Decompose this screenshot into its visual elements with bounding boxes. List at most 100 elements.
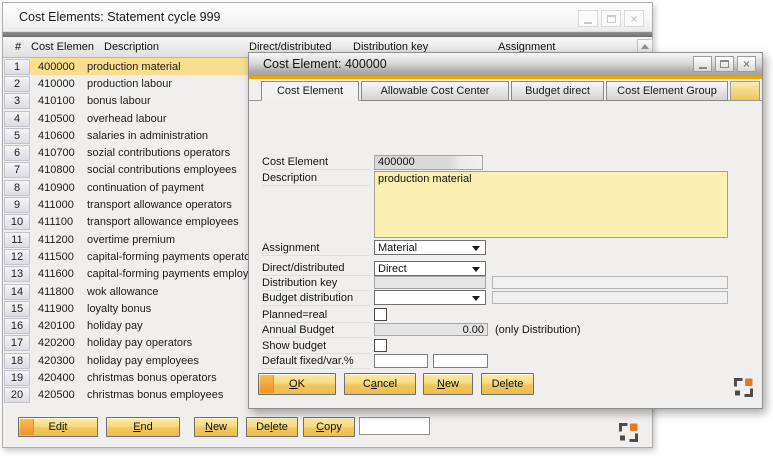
row-number-cell[interactable]: 9 (4, 197, 30, 213)
cost-element-cell[interactable]: 410000 (30, 78, 85, 90)
minimize-icon[interactable] (693, 56, 712, 72)
dialog-title: Cost Element: 400000 (263, 57, 387, 71)
row-number-cell[interactable]: 14 (4, 284, 30, 300)
row-number-cell[interactable]: 3 (4, 93, 30, 109)
row-number-cell[interactable]: 18 (4, 353, 30, 369)
cost-element-cell[interactable]: 420200 (30, 337, 85, 349)
cost-element-cell[interactable]: 410900 (30, 182, 85, 194)
row-number-cell[interactable]: 12 (4, 249, 30, 265)
row-number-cell[interactable]: 13 (4, 266, 30, 282)
arrow-up-icon (641, 44, 649, 49)
dialog-window-controls: × (693, 56, 756, 72)
scrollbar-up-button[interactable] (637, 39, 653, 53)
minimize-icon[interactable] (578, 10, 598, 27)
tab-budget-direct[interactable]: Budget direct (511, 81, 604, 101)
cost-element-cell[interactable]: 411500 (30, 251, 85, 263)
cost-element-label: Cost Element (262, 156, 370, 170)
main-window-controls: × (578, 10, 644, 27)
delete-button[interactable]: Delete (481, 373, 534, 395)
cost-element-cell[interactable]: 420100 (30, 320, 85, 332)
column-header-cost-element[interactable]: Cost Elemen (31, 41, 101, 53)
resize-grip-icon[interactable] (618, 422, 639, 443)
assignment-label: Assignment (262, 242, 370, 256)
cost-element-cell[interactable]: 410800 (30, 164, 85, 176)
cancel-button[interactable]: Cancel (344, 373, 416, 395)
cost-element-cell[interactable]: 411000 (30, 199, 85, 211)
direct-distributed-dropdown[interactable]: Direct (374, 261, 486, 276)
cost-element-cell[interactable]: 411900 (30, 303, 85, 315)
ok-button[interactable]: OK (258, 373, 336, 395)
cost-element-cell[interactable]: 420400 (30, 372, 85, 384)
cost-element-cell[interactable]: 410700 (30, 147, 85, 159)
distribution-key-label: Distribution key (262, 277, 370, 291)
chevron-down-icon (472, 296, 480, 301)
cost-element-cell[interactable]: 410100 (30, 95, 85, 107)
cost-element-form: Cost Element 400000 Description producti… (249, 101, 762, 363)
row-number-cell[interactable]: 5 (4, 128, 30, 144)
row-number-cell[interactable]: 8 (4, 180, 30, 196)
row-number-cell[interactable]: 20 (4, 387, 30, 403)
description-label: Description (262, 172, 370, 186)
row-number-cell[interactable]: 2 (4, 76, 30, 92)
cost-element-cell[interactable]: 410500 (30, 113, 85, 125)
default-var-input[interactable] (433, 354, 488, 368)
row-number-cell[interactable]: 6 (4, 145, 30, 161)
tab-cost-element-group[interactable]: Cost Element Group (606, 81, 728, 101)
planned-real-checkbox[interactable] (374, 308, 387, 321)
show-budget-checkbox[interactable] (374, 339, 387, 352)
tab-strip-endcap (730, 81, 760, 101)
dialog-footer-buttons: OK Cancel New Delete (249, 371, 762, 397)
resize-grip-icon[interactable] (733, 377, 754, 398)
close-icon[interactable]: × (624, 10, 644, 27)
cost-element-cell[interactable]: 411600 (30, 268, 85, 280)
annual-budget-note: (only Distribution) (495, 324, 581, 336)
column-header-description[interactable]: Description (104, 41, 159, 53)
description-textarea[interactable]: production material (374, 171, 728, 238)
row-number-cell[interactable]: 4 (4, 111, 30, 127)
assignment-dropdown[interactable]: Material (374, 240, 486, 255)
row-number-cell[interactable]: 10 (4, 214, 30, 230)
cost-element-cell[interactable]: 411200 (30, 234, 85, 246)
edit-button[interactable]: Edit (18, 417, 98, 437)
budget-distribution-label: Budget distribution (262, 292, 370, 306)
cost-element-cell[interactable]: 411100 (30, 216, 85, 228)
default-fixed-input[interactable] (374, 354, 428, 368)
close-icon[interactable]: × (737, 56, 756, 72)
distribution-key-field (374, 276, 486, 289)
cost-element-cell[interactable]: 411800 (30, 286, 85, 298)
column-header-number[interactable]: # (15, 41, 21, 53)
new-button[interactable]: New (194, 417, 238, 437)
cost-element-cell[interactable]: 410600 (30, 130, 85, 142)
main-window-titlebar[interactable]: Cost Elements: Statement cycle 999 × (3, 3, 652, 32)
cost-element-cell[interactable]: 420500 (30, 389, 85, 401)
tab-allowable-cost-center[interactable]: Allowable Cost Center (361, 81, 509, 101)
row-number-cell[interactable]: 19 (4, 370, 30, 386)
row-number-cell[interactable]: 7 (4, 162, 30, 178)
footer-input[interactable] (359, 417, 430, 435)
copy-button[interactable]: Copy (303, 417, 355, 437)
new-button[interactable]: New (423, 373, 473, 395)
chevron-down-icon (472, 246, 480, 251)
show-budget-label: Show budget (262, 340, 370, 354)
tab-cost-element[interactable]: Cost Element (261, 81, 359, 101)
budget-distribution-dropdown[interactable] (374, 290, 486, 305)
row-number-cell[interactable]: 15 (4, 301, 30, 317)
dialog-tabs: Cost ElementAllowable Cost CenterBudget … (249, 79, 762, 101)
direct-distributed-label: Direct/distributed (262, 262, 370, 276)
main-window-title: Cost Elements: Statement cycle 999 (19, 10, 220, 24)
end-button[interactable]: End (106, 417, 180, 437)
maximize-icon[interactable] (715, 56, 734, 72)
cost-element-field: 400000 (374, 155, 483, 170)
cost-element-dialog: Cost Element: 400000 × Cost ElementAllow… (248, 52, 763, 409)
cost-element-cell[interactable]: 420300 (30, 355, 85, 367)
distribution-key-name-field (492, 276, 728, 289)
row-number-cell[interactable]: 1 (4, 59, 30, 75)
maximize-icon[interactable] (601, 10, 621, 27)
cost-element-cell[interactable]: 400000 (30, 61, 85, 73)
row-number-cell[interactable]: 16 (4, 318, 30, 334)
row-number-cell[interactable]: 17 (4, 335, 30, 351)
annual-budget-label: Annual Budget (262, 324, 370, 338)
dialog-titlebar[interactable]: Cost Element: 400000 × (249, 53, 762, 76)
row-number-cell[interactable]: 11 (4, 232, 30, 248)
delete-button[interactable]: Delete (246, 417, 298, 437)
